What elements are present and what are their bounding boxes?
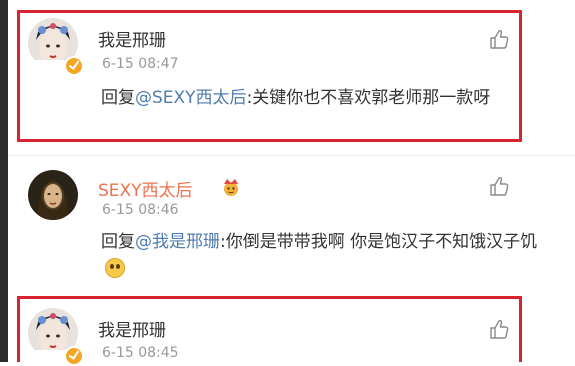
timestamp: 6-15 08:45 xyxy=(102,345,179,361)
comment-text: 回复@我是邢珊:你倒是带带我啊 你是饱汉子不知饿汉子饥 xyxy=(101,228,541,284)
username[interactable]: 我是邢珊 xyxy=(98,316,166,341)
thumbs-up-icon[interactable] xyxy=(488,318,510,340)
thumbs-up-icon[interactable] xyxy=(488,28,510,50)
username[interactable]: SEXY西太后 xyxy=(98,176,193,201)
comment-item: SEXY西太后 6-15 08:46 回复@我是邢珊:你倒是带带我啊 你是饱汉子… xyxy=(8,155,575,291)
verified-badge-icon xyxy=(64,56,84,76)
username[interactable]: 我是邢珊 xyxy=(98,26,166,51)
comment-body: :你倒是带带我啊 你是饱汉子不知饿汉子饥 xyxy=(220,232,538,252)
timestamp: 6-15 08:47 xyxy=(102,56,179,72)
timestamp: 6-15 08:46 xyxy=(102,202,179,218)
comment-item: 我是邢珊 6-15 08:45 xyxy=(8,290,575,366)
thumbs-up-icon[interactable] xyxy=(488,175,510,197)
crown-face-icon xyxy=(220,178,242,196)
reply-prefix: 回复 xyxy=(101,232,135,252)
comment-item: 我是邢珊 6-15 08:47 回复@SEXY西太后:关键你也不喜欢郭老师那一款… xyxy=(8,0,575,150)
comment-text: 回复@SEXY西太后:关键你也不喜欢郭老师那一款呀 xyxy=(101,84,541,112)
pleading-face-icon xyxy=(105,258,125,278)
verified-badge-icon xyxy=(64,346,84,366)
mention-link[interactable]: @SEXY西太后 xyxy=(135,88,247,108)
left-edge-bar xyxy=(0,0,8,362)
reply-prefix: 回复 xyxy=(101,88,135,108)
mention-link[interactable]: @我是邢珊 xyxy=(135,232,220,252)
avatar[interactable] xyxy=(28,170,78,220)
comment-body: :关键你也不喜欢郭老师那一款呀 xyxy=(246,88,491,108)
